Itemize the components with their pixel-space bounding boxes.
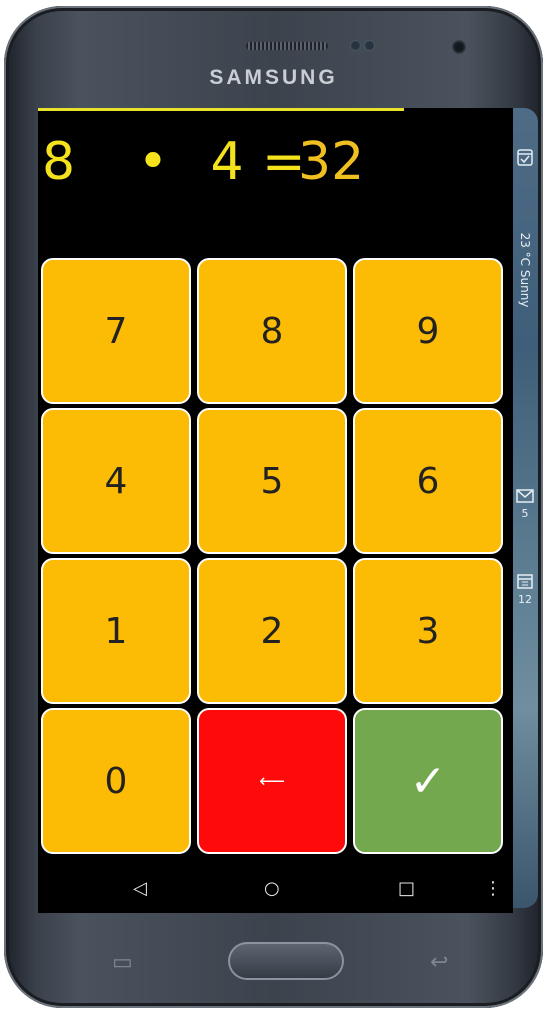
nav-menu-icon[interactable]: ⋮ <box>484 880 502 898</box>
checkmark-icon: ✓ <box>409 755 447 807</box>
front-camera-icon <box>452 40 466 54</box>
equation-display: 8 • 4 = 32 <box>42 132 364 202</box>
key-0[interactable]: 0 <box>41 708 191 854</box>
operand-1: 8 <box>42 132 76 192</box>
operand-2: 4 <box>210 132 244 192</box>
keypad: 7 8 9 4 5 6 1 2 3 0 ⟵ ✓ <box>41 258 506 858</box>
delete-button[interactable]: ⟵ <box>197 708 347 854</box>
nav-home-icon[interactable]: ○ <box>264 880 280 898</box>
answer-value: 32 <box>298 132 365 192</box>
home-button[interactable] <box>228 942 344 980</box>
timer-progress-bar <box>38 108 513 111</box>
weather-widget[interactable]: 23 °C Sunny <box>512 208 538 338</box>
back-arrow-icon[interactable]: ↩ <box>430 950 448 975</box>
sensor-icon <box>350 40 361 51</box>
operator: • <box>137 132 169 192</box>
calendar-check-icon[interactable] <box>512 148 538 170</box>
key-5[interactable]: 5 <box>197 408 347 554</box>
backspace-arrow-icon: ⟵ <box>259 770 285 792</box>
confirm-button[interactable]: ✓ <box>353 708 503 854</box>
key-2[interactable]: 2 <box>197 558 347 704</box>
android-nav-bar: ◁ ○ □ ⋮ <box>38 866 513 910</box>
key-1[interactable]: 1 <box>41 558 191 704</box>
nav-back-icon[interactable]: ◁ <box>133 880 147 898</box>
timer-progress-fill <box>38 108 404 111</box>
key-6[interactable]: 6 <box>353 408 503 554</box>
calendar-date: 12 <box>518 593 532 606</box>
nav-recent-icon[interactable]: □ <box>398 880 415 898</box>
edge-panel[interactable]: 23 °C Sunny 5 12 <box>512 108 538 908</box>
app-screen: 8 • 4 = 32 7 8 9 4 5 6 1 2 3 0 ⟵ ✓ ◁ ○ □… <box>38 108 513 913</box>
key-7[interactable]: 7 <box>41 258 191 404</box>
recent-apps-icon[interactable]: ▭ <box>112 950 133 975</box>
mail-icon[interactable]: 5 <box>512 488 538 520</box>
brand-logo: SAMSUNG <box>209 66 338 89</box>
sensor-icon <box>364 40 375 51</box>
mail-count: 5 <box>521 507 529 520</box>
key-4[interactable]: 4 <box>41 408 191 554</box>
equals-sign: = <box>262 132 306 192</box>
speaker-grille <box>246 42 328 50</box>
calendar-icon[interactable]: 12 <box>512 573 538 606</box>
weather-text: 23 °C Sunny <box>518 232 532 308</box>
key-8[interactable]: 8 <box>197 258 347 404</box>
key-3[interactable]: 3 <box>353 558 503 704</box>
key-9[interactable]: 9 <box>353 258 503 404</box>
